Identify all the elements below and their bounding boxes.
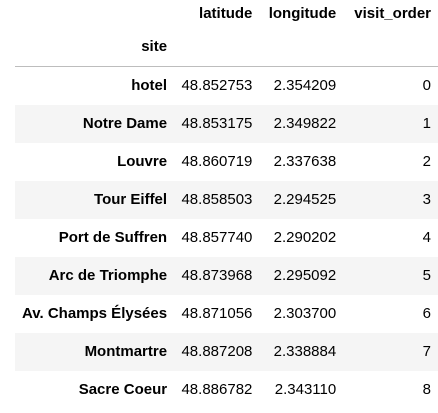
row-index-site: Tour Eiffel bbox=[94, 190, 168, 208]
cell-visit-order: 8 bbox=[422, 380, 431, 398]
cell-visit-order: 6 bbox=[422, 304, 431, 322]
cell-longitude: 2.303700 bbox=[273, 304, 337, 322]
cell-latitude: 48.858503 bbox=[181, 190, 253, 208]
blank-corner-cell bbox=[15, 0, 174, 28]
cell-latitude: 48.857740 bbox=[181, 228, 253, 246]
table-row: Port de Suffren 48.857740 2.290202 4 bbox=[15, 219, 438, 257]
cell-latitude: 48.871056 bbox=[181, 304, 253, 322]
cell-longitude: 2.354209 bbox=[273, 76, 337, 94]
row-index-site: Arc de Triomphe bbox=[48, 266, 168, 284]
dataframe-output: latitude longitude visit_order site hote… bbox=[0, 0, 438, 413]
table-row: Louvre 48.860719 2.337638 2 bbox=[15, 143, 438, 181]
empty-header-cell bbox=[343, 28, 438, 67]
row-index-site: Av. Champs Élysées bbox=[22, 304, 168, 322]
row-index-site: Notre Dame bbox=[82, 114, 168, 132]
empty-header-cell bbox=[174, 28, 259, 67]
column-header-visit-order: visit_order bbox=[354, 5, 431, 22]
cell-latitude: 48.853175 bbox=[181, 114, 253, 132]
table-row: Montmartre 48.887208 2.338884 7 bbox=[15, 332, 438, 371]
cell-visit-order: 0 bbox=[422, 76, 431, 94]
cell-longitude: 2.343110 bbox=[274, 380, 337, 398]
cell-latitude: 48.852753 bbox=[181, 76, 253, 94]
cell-longitude: 2.349822 bbox=[273, 114, 337, 132]
cell-latitude: 48.886782 bbox=[181, 380, 253, 398]
cell-visit-order: 1 bbox=[422, 114, 431, 132]
cell-visit-order: 2 bbox=[422, 152, 431, 170]
cell-latitude: 48.873968 bbox=[181, 266, 253, 284]
table-header: latitude longitude visit_order site bbox=[15, 0, 438, 67]
cell-longitude: 2.337638 bbox=[273, 152, 337, 170]
table-row: Sacre Coeur 48.886782 2.343110 8 bbox=[15, 371, 438, 409]
row-index-site: Louvre bbox=[117, 152, 168, 170]
table-row: Notre Dame 48.853175 2.349822 1 bbox=[15, 104, 438, 143]
table-row: Av. Champs Élysées 48.871056 2.303700 6 bbox=[15, 295, 438, 333]
cell-latitude: 48.860719 bbox=[181, 152, 253, 170]
cell-visit-order: 7 bbox=[422, 342, 431, 360]
cell-longitude: 2.338884 bbox=[273, 342, 337, 360]
row-index-site: Sacre Coeur bbox=[78, 380, 168, 398]
cell-longitude: 2.290202 bbox=[273, 228, 337, 246]
dataframe-table: latitude longitude visit_order site hote… bbox=[15, 0, 438, 409]
row-index-site: hotel bbox=[131, 76, 168, 94]
cell-visit-order: 3 bbox=[422, 190, 431, 208]
empty-header-cell bbox=[259, 28, 343, 67]
table-row: Tour Eiffel 48.858503 2.294525 3 bbox=[15, 180, 438, 219]
table-row: hotel 48.852753 2.354209 0 bbox=[15, 67, 438, 105]
cell-visit-order: 4 bbox=[422, 228, 431, 246]
cell-visit-order: 5 bbox=[422, 266, 431, 284]
index-name-header: site bbox=[141, 38, 168, 55]
cell-latitude: 48.887208 bbox=[181, 342, 253, 360]
table-row: Arc de Triomphe 48.873968 2.295092 5 bbox=[15, 256, 438, 295]
cell-longitude: 2.295092 bbox=[273, 266, 337, 284]
table-body: hotel 48.852753 2.354209 0 Notre Dame 48.8531… bbox=[15, 67, 438, 409]
index-header-row: site bbox=[15, 28, 438, 67]
row-index-site: Port de Suffren bbox=[58, 228, 168, 246]
column-header-longitude: longitude bbox=[268, 5, 337, 22]
cell-longitude: 2.294525 bbox=[273, 190, 337, 208]
row-index-site: Montmartre bbox=[84, 342, 168, 360]
column-header-latitude: latitude bbox=[199, 5, 253, 22]
column-header-row: latitude longitude visit_order bbox=[15, 0, 438, 28]
